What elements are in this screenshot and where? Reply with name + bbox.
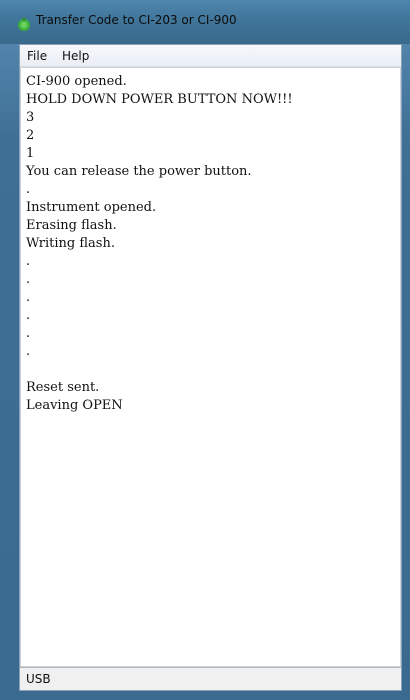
- status-connection: USB: [26, 672, 51, 686]
- console-line: .: [26, 272, 31, 287]
- output-console[interactable]: CI-900 opened. HOLD DOWN POWER BUTTON NO…: [20, 67, 401, 667]
- console-line: .: [26, 326, 31, 341]
- console-line: .: [26, 254, 31, 269]
- console-line: Leaving OPEN: [26, 398, 123, 413]
- menu-file[interactable]: File: [27, 49, 47, 63]
- app-icon: [18, 17, 30, 31]
- menu-bar: File Help: [20, 45, 401, 67]
- console-line: Instrument opened.: [26, 200, 157, 215]
- console-line: .: [26, 308, 31, 323]
- console-line: .: [26, 290, 31, 305]
- console-line: Reset sent.: [26, 380, 100, 395]
- console-line: .: [26, 182, 31, 197]
- window-title: Transfer Code to CI-203 or CI-900: [36, 13, 237, 27]
- client-area: File Help CI-900 opened. HOLD DOWN POWER…: [19, 44, 402, 691]
- title-bar[interactable]: Transfer Code to CI-203 or CI-900: [0, 0, 410, 44]
- console-line: Writing flash.: [26, 236, 115, 251]
- status-bar: USB: [20, 667, 401, 690]
- app-window: Transfer Code to CI-203 or CI-900 File H…: [0, 0, 410, 700]
- menu-help[interactable]: Help: [62, 49, 89, 63]
- console-line: .: [26, 344, 31, 359]
- console-line: 1: [26, 146, 35, 161]
- console-line: CI-900 opened.: [26, 74, 127, 89]
- console-line: Erasing flash.: [26, 218, 117, 233]
- console-line: 2: [26, 128, 35, 143]
- console-line: You can release the power button.: [26, 164, 252, 179]
- console-line: 3: [26, 110, 35, 125]
- console-line: HOLD DOWN POWER BUTTON NOW!!!: [26, 92, 293, 107]
